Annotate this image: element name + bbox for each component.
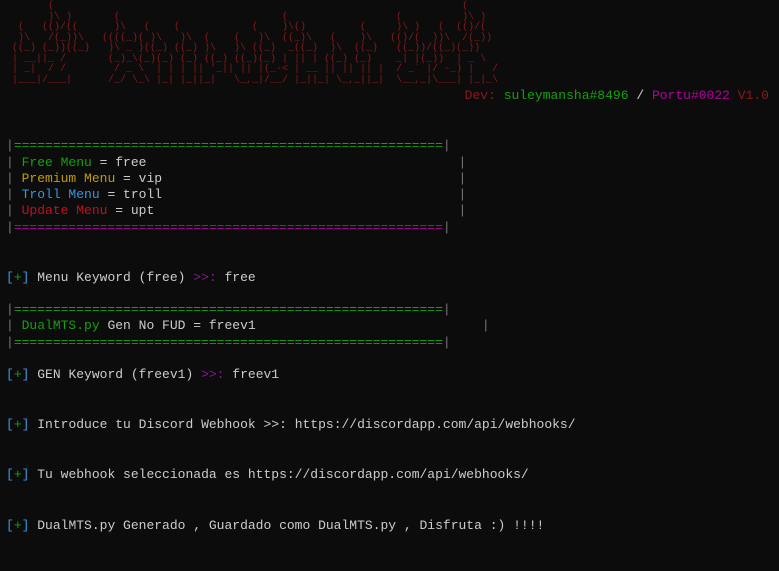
menu-keyword-input[interactable]: free [217,270,256,285]
gen-label: Gen No FUD = [100,318,209,333]
menu-keyword-label: Menu Keyword (free) [29,270,193,285]
gen-item-row: | DualMTS.py Gen No FUD = freev1 | [6,318,773,334]
webhook-input[interactable]: https://discordapp.com/api/webhooks/ [287,417,576,432]
dev-version: V1.0 [738,88,769,103]
menu-free-label: Free Menu [22,155,92,170]
menu-item-update: | Update Menu = upt | [6,203,773,219]
gen-filename: DualMTS.py [22,318,100,333]
plus-icon: + [14,417,22,432]
webhook-prompt-label: Introduce tu Discord Webhook [29,417,263,432]
gen-keyword-prompt[interactable]: [+] GEN Keyword (freev1) >>: freev1 [6,367,773,383]
dev-credit-line: Dev: suleymansha#8496 / Portu#0022 V1.0 [6,88,773,104]
menu-divider-top: |=======================================… [6,138,773,154]
plus-icon: + [14,367,22,382]
prompt-arrow: >>: [193,270,216,285]
plus-icon: + [14,518,22,533]
menu-item-premium: | Premium Menu = vip | [6,171,773,187]
menu-keyword-prompt[interactable]: [+] Menu Keyword (free) >>: free [6,270,773,286]
dev-separator: / [636,88,644,103]
webhook-selected-line: [+] Tu webhook seleccionada es https://d… [6,467,773,483]
prompt-arrow: >>: [263,417,286,432]
dev-label: Dev: [465,88,496,103]
gen-divider-bottom: |=======================================… [6,335,773,351]
menu-item-free: | Free Menu = free | [6,155,773,171]
webhook-prompt[interactable]: [+] Introduce tu Discord Webhook >>: htt… [6,417,773,433]
gen-value: freev1 [209,318,256,333]
gen-divider-top: |=======================================… [6,302,773,318]
dev-author-2: Portu#0022 [652,88,730,103]
bracket-open: [ [6,270,14,285]
prompt-arrow: >>: [201,367,224,382]
plus-icon: + [14,270,22,285]
menu-troll-label: Troll Menu [22,187,100,202]
generated-line: [+] DualMTS.py Generado , Guardado como … [6,518,773,534]
menu-item-troll: | Troll Menu = troll | [6,187,773,203]
gen-keyword-input[interactable]: freev1 [224,367,279,382]
menu-premium-label: Premium Menu [22,171,116,186]
menu-divider-bottom: |=======================================… [6,220,773,236]
plus-icon: + [14,467,22,482]
dev-author-1: suleymansha#8496 [504,88,629,103]
ascii-banner: ( ( )\ ) ( ( ( )\ ) ( (()/(( )\ ( ( ( )\ [6,2,773,86]
webhook-selected-text: Tu webhook seleccionada es https://disco… [29,467,528,482]
menu-update-label: Update Menu [22,203,108,218]
gen-keyword-label: GEN Keyword (freev1) [29,367,201,382]
generated-text: DualMTS.py Generado , Guardado como Dual… [29,518,544,533]
